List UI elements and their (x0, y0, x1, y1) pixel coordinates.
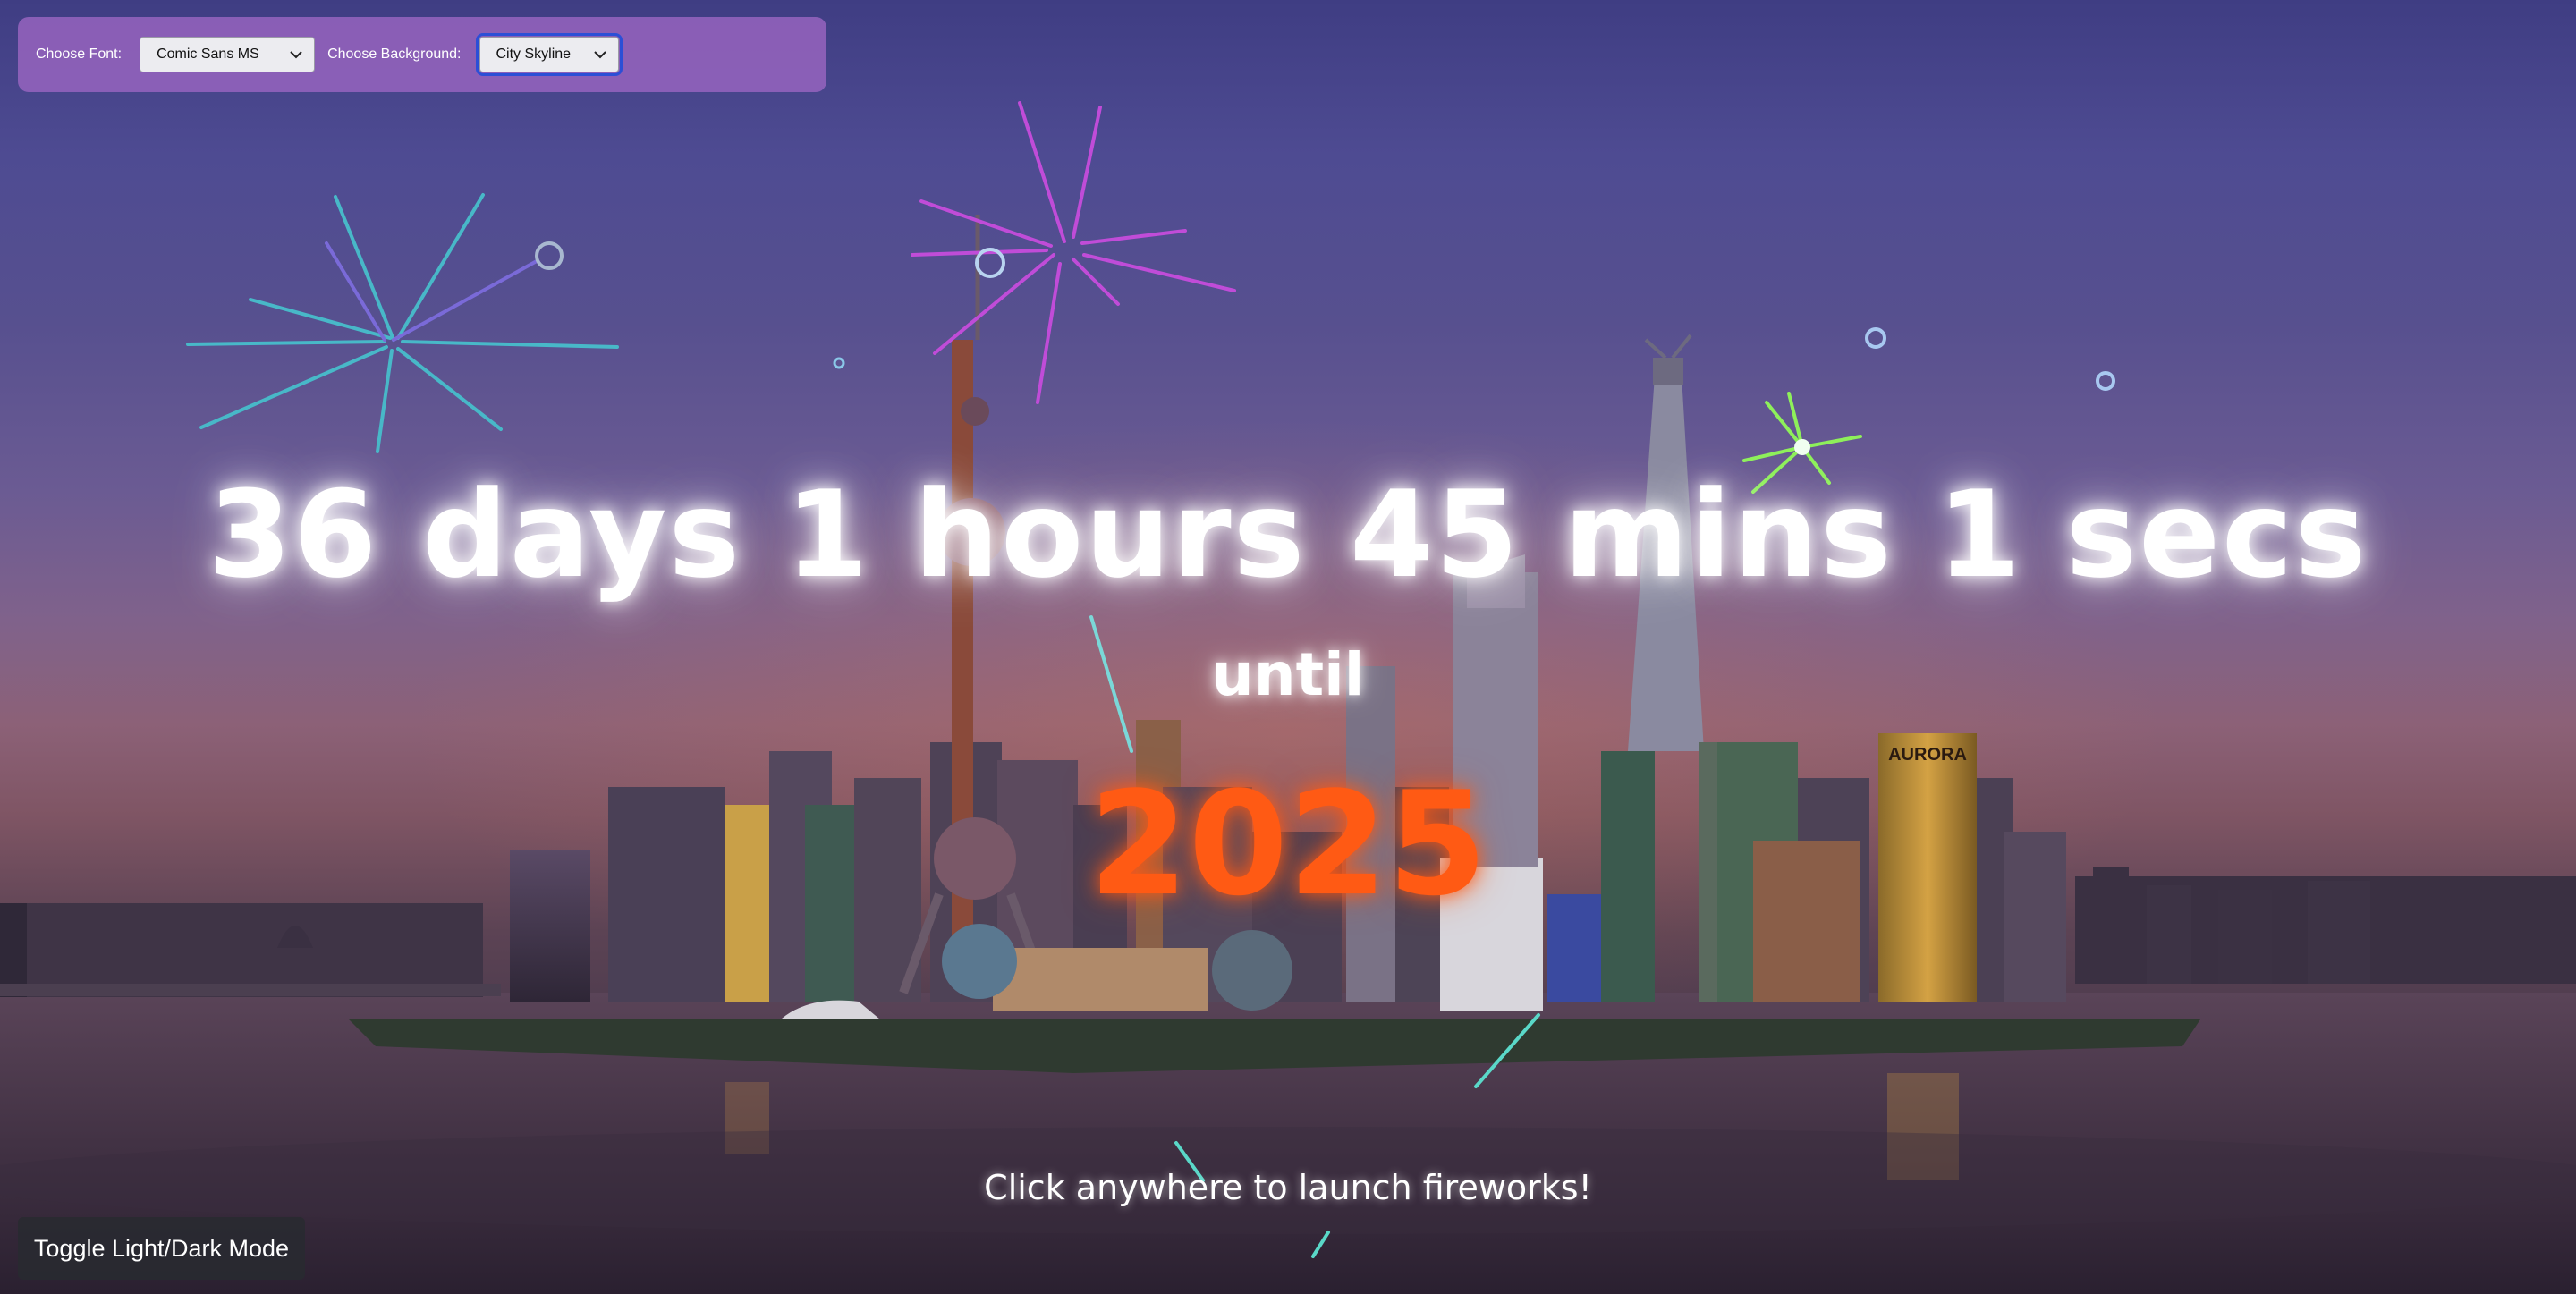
font-select-value: Comic Sans MS (157, 47, 259, 62)
background-label: Choose Background: (327, 47, 462, 62)
font-select[interactable]: Comic Sans MS (140, 37, 316, 72)
fireworks-hint: Click anywhere to launch fireworks! (984, 1168, 1592, 1207)
settings-panel: Choose Font: Comic Sans MS Choose Backgr… (18, 17, 826, 92)
until-label: until (1211, 640, 1365, 709)
background-select[interactable]: City Skyline (475, 33, 623, 76)
background-select-value: City Skyline (496, 47, 572, 62)
chevron-down-icon (593, 51, 606, 59)
countdown-timer: 36 days 1 hours 45 mins 1 secs (208, 465, 2368, 605)
toggle-theme-button[interactable]: Toggle Light/Dark Mode (18, 1217, 305, 1280)
font-label: Choose Font: (36, 47, 123, 62)
chevron-down-icon (290, 51, 302, 59)
target-year: 2025 (1089, 760, 1487, 927)
